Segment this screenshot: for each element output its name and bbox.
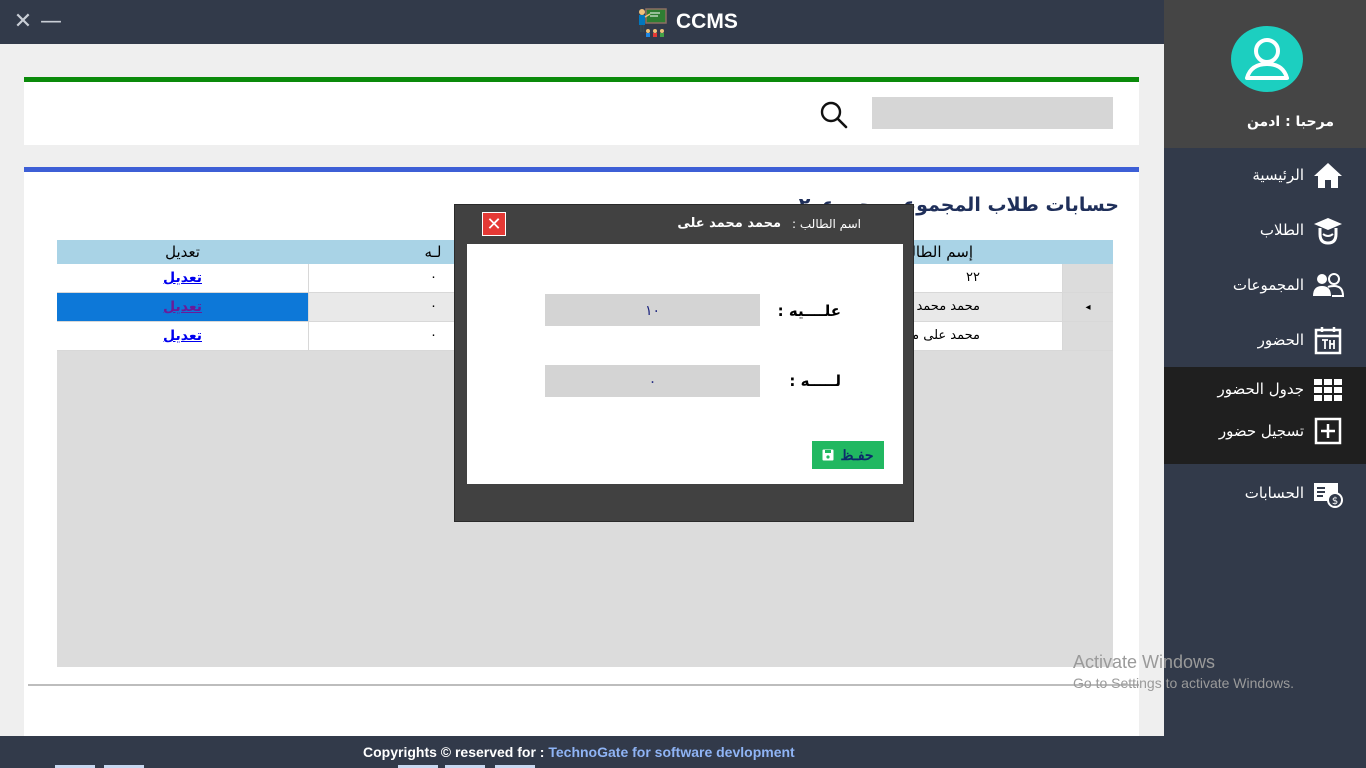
sidebar-item-accounts[interactable]: $ الحسابات: [1164, 473, 1366, 513]
grid-icon: [1314, 379, 1342, 401]
sidebar-item-label: الحضور: [1257, 331, 1304, 349]
divider: [28, 684, 1139, 686]
edit-account-dialog: ✕ محمد محمد على اسم الطالب : علــــيه : …: [454, 204, 914, 522]
sidebar-item-label: المجموعات: [1232, 276, 1304, 294]
footer-prefix: Copyrights © reserved for :: [363, 744, 545, 760]
app-title: CCMS: [676, 10, 738, 33]
home-icon: [1314, 163, 1342, 188]
user-avatar-icon[interactable]: [1231, 26, 1303, 92]
save-button[interactable]: حفـظ: [812, 441, 884, 469]
search-panel: [24, 77, 1139, 145]
save-button-label: حفـظ: [840, 446, 874, 463]
sidebar-item-label: الطلاب: [1259, 221, 1304, 239]
footer-company: TechnoGate for software devlopment: [548, 744, 795, 760]
sidebar-item-label: الرئيسية: [1252, 166, 1304, 184]
sidebar-item-attendance-table[interactable]: جدول الحضور: [1164, 369, 1366, 409]
search-icon[interactable]: [819, 100, 849, 130]
floppy-disk-icon: [822, 449, 834, 461]
edit-cell: تعديل: [57, 322, 309, 351]
watermark-title: Activate Windows: [1073, 652, 1216, 672]
dialog-body: علــــيه : لـــــه : حفـظ: [467, 244, 903, 484]
edit-cell: تعديل: [57, 264, 309, 293]
calendar-icon: [1314, 327, 1342, 355]
sidebar-item-label: الحسابات: [1244, 484, 1304, 502]
welcome-text: مرحبا : ادمن: [1246, 114, 1334, 130]
accounts-icon: $: [1314, 483, 1343, 508]
attendance-submenu: جدول الحضور تسجيل حضور: [1164, 367, 1366, 464]
sidebar-item-label: جدول الحضور: [1217, 380, 1304, 398]
edit-cell: تعديل: [57, 293, 309, 322]
watermark-subtitle: Go to Settings to activate Windows.: [1073, 675, 1294, 691]
row-header[interactable]: ◂: [1063, 293, 1113, 322]
sidebar-item-home[interactable]: الرئيسية: [1164, 155, 1366, 195]
row-header[interactable]: [1063, 264, 1113, 293]
sidebar-item-attendance[interactable]: الحضور: [1164, 320, 1366, 360]
edit-link[interactable]: تعديل: [163, 299, 202, 315]
search-input[interactable]: [872, 97, 1113, 129]
lahu-label: لـــــه :: [789, 372, 841, 390]
profile-panel: مرحبا : ادمن: [1164, 0, 1366, 148]
app-title-group: CCMS: [636, 4, 738, 40]
teacher-icon: [639, 8, 667, 37]
alayh-label: علــــيه :: [777, 302, 841, 320]
activate-windows-watermark: Activate Windows Go to Settings to activ…: [1073, 652, 1294, 691]
edit-link[interactable]: تعديل: [163, 270, 202, 286]
alayh-input[interactable]: [545, 294, 760, 326]
row-header[interactable]: [1063, 322, 1113, 351]
footer-copyright: Copyrights © reserved for : TechnoGate f…: [363, 744, 795, 760]
plus-box-icon: [1314, 417, 1342, 445]
column-header-edit[interactable]: تعديل: [57, 240, 308, 264]
window-minimize-button[interactable]: —: [38, 8, 64, 36]
sidebar-item-label: تسجيل حضور: [1218, 422, 1304, 440]
window-close-button[interactable]: ✕: [10, 8, 36, 36]
sidebar-item-groups[interactable]: المجموعات: [1164, 265, 1366, 305]
sidebar-item-record-attendance[interactable]: تسجيل حضور: [1164, 411, 1366, 451]
lahu-input[interactable]: [545, 365, 760, 397]
dialog-student-label: اسم الطالب :: [792, 217, 861, 231]
dialog-student-name: محمد محمد على: [677, 216, 781, 231]
footer: Copyrights © reserved for : TechnoGate f…: [0, 736, 1164, 768]
title-bar: ✕ — CCMS: [0, 0, 1164, 44]
sidebar-item-students[interactable]: الطلاب: [1164, 210, 1366, 250]
edit-link[interactable]: تعديل: [163, 328, 202, 344]
svg-text:$: $: [1332, 496, 1338, 507]
current-row-indicator-icon: ◂: [1085, 302, 1091, 313]
graduate-icon: [1314, 218, 1342, 245]
groups-icon: [1313, 273, 1344, 297]
dialog-close-button[interactable]: ✕: [482, 212, 506, 236]
